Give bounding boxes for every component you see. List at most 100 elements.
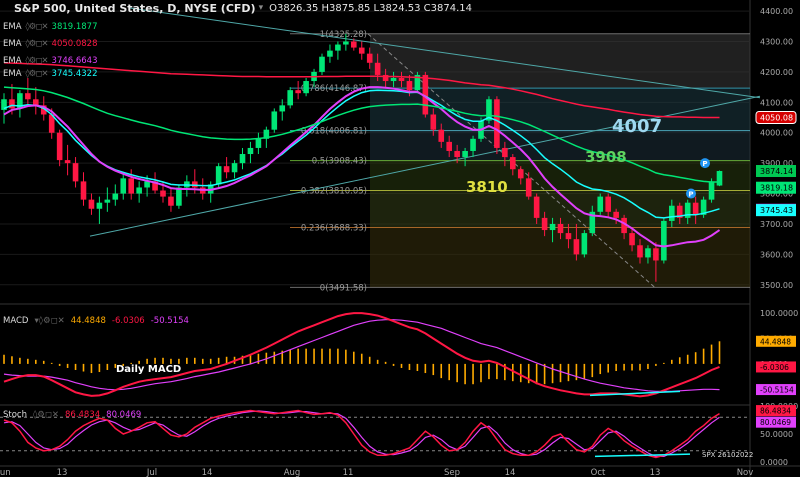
candle-body[interactable]	[168, 196, 174, 206]
candle-body[interactable]	[56, 132, 63, 161]
candle-body[interactable]	[597, 196, 604, 212]
candle-body[interactable]	[176, 187, 182, 206]
symbol-title[interactable]: S&P 500, United States, D, NYSE (CFD)	[14, 2, 256, 15]
candle-body[interactable]	[231, 163, 238, 173]
ema-legend-row[interactable]: EMA ◊⚙◻✕ 4050.0828	[3, 39, 98, 49]
candle-body[interactable]	[557, 223, 564, 234]
candle-body[interactable]	[223, 166, 230, 173]
candle-body[interactable]	[343, 41, 349, 45]
candle-body[interactable]	[645, 248, 651, 258]
macd-histogram-bar	[663, 362, 665, 364]
candle-body[interactable]	[351, 41, 357, 48]
candle-body[interactable]	[128, 178, 134, 194]
symbol-header[interactable]: S&P 500, United States, D, NYSE (CFD) ▾ …	[0, 0, 472, 16]
indicator-controls-icon[interactable]: ◊⚙◻✕	[26, 56, 49, 66]
macd-legend[interactable]: MACD ▾◊⚙◻✕ 44.4848 -6.0306 -50.5154	[3, 316, 189, 326]
candle-body[interactable]	[104, 199, 111, 203]
candle-body[interactable]	[271, 111, 278, 130]
candle-body[interactable]	[247, 147, 254, 155]
candle-body[interactable]	[573, 239, 580, 255]
stoch-divergence-line[interactable]	[594, 453, 691, 458]
macd-histogram-bar	[694, 352, 697, 364]
macd-histogram-bar	[313, 348, 315, 364]
macd-badge-label: -50.5154	[760, 386, 794, 395]
candle-body[interactable]	[64, 160, 71, 164]
candle-body[interactable]	[215, 166, 222, 185]
candle-body[interactable]	[335, 44, 341, 51]
candle-body[interactable]	[144, 181, 150, 188]
candle-body[interactable]	[398, 77, 405, 82]
candle-body[interactable]	[366, 53, 373, 63]
indicator-controls-icon[interactable]: ◊⚙◻✕	[26, 69, 49, 79]
candle-body[interactable]	[160, 190, 166, 197]
candle-body[interactable]	[112, 193, 119, 200]
candle-body[interactable]	[25, 93, 31, 100]
macd-histogram-bar	[496, 363, 498, 380]
fib-label: 0.236(3688.33)	[301, 224, 367, 234]
candle-body[interactable]	[517, 169, 524, 179]
candle-body[interactable]	[72, 163, 79, 182]
candle-body[interactable]	[470, 138, 476, 151]
stoch-legend[interactable]: Stoch ◊⚙◻✕ 86.4834 80.0469	[3, 410, 141, 420]
candle-body[interactable]	[581, 233, 588, 255]
candle-body[interactable]	[327, 50, 333, 57]
macd-histogram-bar	[519, 363, 522, 383]
candle-body[interactable]	[96, 202, 103, 209]
candle-body[interactable]	[716, 171, 723, 186]
time-tick-label: 11	[343, 468, 354, 477]
chevron-down-icon[interactable]: ▾	[259, 3, 264, 13]
candle-body[interactable]	[549, 223, 556, 231]
candle-body[interactable]	[510, 157, 516, 170]
candle-body[interactable]	[669, 205, 675, 221]
indicator-controls-icon[interactable]: ◊⚙◻✕	[26, 22, 49, 32]
indicator-controls-icon[interactable]: ◊⚙◻✕	[33, 410, 59, 420]
ema-legend-row[interactable]: EMA ◊⚙◻✕ 3745.4322	[3, 69, 98, 79]
candle-body[interactable]	[192, 181, 198, 188]
candle-body[interactable]	[692, 202, 699, 215]
indicator-controls-icon[interactable]: ◊⚙◻✕	[26, 39, 49, 49]
candle-body[interactable]	[502, 147, 508, 158]
candle-body[interactable]	[565, 233, 572, 240]
candle-body[interactable]	[438, 129, 445, 142]
candle-body[interactable]	[88, 199, 95, 209]
candle-body[interactable]	[462, 150, 468, 158]
candle-body[interactable]	[454, 150, 460, 158]
candle-body[interactable]	[661, 220, 667, 261]
candle-body[interactable]	[255, 138, 262, 148]
candle-body[interactable]	[239, 154, 246, 164]
candle-body[interactable]	[605, 196, 611, 212]
candle-body[interactable]	[541, 217, 548, 231]
ema-legend-row[interactable]: EMA ◊⚙◻✕ 3746.6643	[3, 56, 98, 66]
time-tick-label: 14	[202, 468, 213, 477]
macd-histogram-bar	[321, 348, 323, 364]
indicator-controls-icon[interactable]: ▾◊⚙◻✕	[34, 316, 64, 326]
candle-body[interactable]	[80, 181, 87, 200]
candle-body[interactable]	[533, 196, 540, 218]
candle-body[interactable]	[637, 245, 643, 258]
candle-body[interactable]	[319, 56, 325, 72]
ema-legend-row[interactable]: EMA ◊⚙◻✕ 3819.1877	[3, 22, 98, 32]
candle-body[interactable]	[358, 47, 365, 54]
candle-body[interactable]	[295, 90, 301, 94]
candle-body[interactable]	[374, 62, 381, 75]
candle-body[interactable]	[430, 114, 437, 130]
candle-body[interactable]	[287, 90, 293, 106]
candle-body[interactable]	[303, 81, 309, 94]
candle-body[interactable]	[613, 211, 619, 218]
candle-body[interactable]	[653, 248, 659, 261]
price-badge-label: 3819.18	[760, 184, 793, 193]
candle-body[interactable]	[708, 181, 715, 200]
candle-body[interactable]	[494, 99, 500, 148]
candle-body[interactable]	[9, 99, 15, 109]
price-tick-label: 4100.00	[760, 98, 793, 107]
candle-body[interactable]	[120, 178, 127, 194]
macd-histogram-bar	[631, 363, 633, 371]
chart-canvas[interactable]: 1(4325.28)0.786(4146.87)0.618(4006.81)0.…	[0, 0, 800, 477]
candle-body[interactable]	[525, 178, 532, 197]
candle-body[interactable]	[279, 105, 286, 112]
candle-body[interactable]	[390, 77, 397, 82]
candle-body[interactable]	[446, 141, 452, 151]
candle-body[interactable]	[406, 81, 413, 91]
candle-body[interactable]	[629, 233, 635, 246]
candle-body[interactable]	[136, 187, 142, 194]
